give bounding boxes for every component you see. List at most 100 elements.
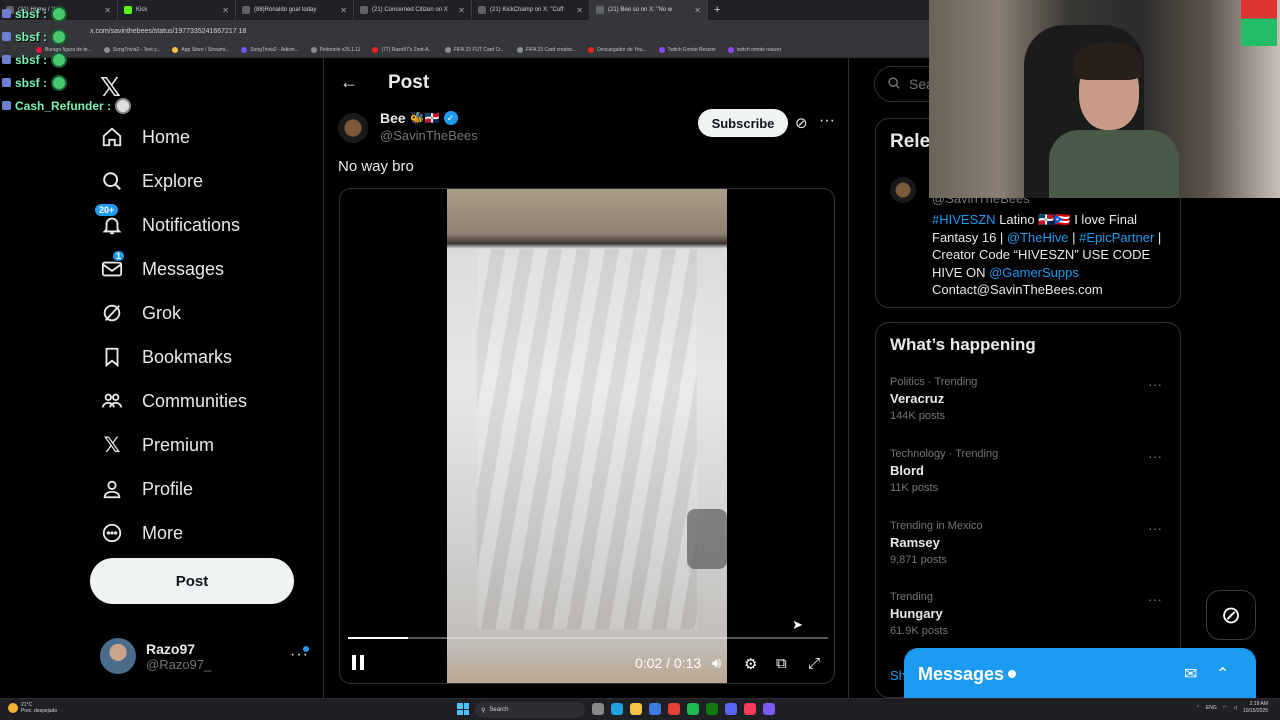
- close-tab-icon[interactable]: ✕: [694, 6, 701, 15]
- author-avatar[interactable]: [338, 113, 368, 143]
- home-icon: [100, 125, 124, 149]
- verified-badge-icon: ✓: [443, 111, 458, 125]
- sidebar-item-profile[interactable]: Profile: [100, 467, 247, 511]
- bookmark-item[interactable]: App Store / Streami...: [172, 46, 229, 53]
- fullscreen-icon[interactable]: ⤢: [808, 655, 820, 672]
- grok-floating-button[interactable]: ⊘: [1206, 590, 1256, 640]
- x-logo-icon[interactable]: 𝕏: [100, 72, 121, 103]
- chevron-up-icon[interactable]: ⌃: [1216, 664, 1229, 684]
- sidebar-item-messages[interactable]: 1 Messages: [100, 247, 247, 291]
- windows-taskbar: 21°C Prec. despejado ⚲ Search ⌃ ENG ◠ ◁ 2:…: [0, 698, 1280, 720]
- chrome-icon[interactable]: [668, 703, 680, 715]
- hashtag-link[interactable]: #EpicPartner: [1079, 230, 1154, 245]
- author-name[interactable]: Bee 🐝🇩🇴 ✓: [380, 110, 458, 126]
- sidebar-item-bookmarks[interactable]: Bookmarks: [100, 335, 247, 379]
- settings-gear-icon[interactable]: ⚙: [744, 655, 757, 673]
- clock[interactable]: 2:19 AM 10/15/2025: [1243, 701, 1268, 715]
- grok-icon[interactable]: ⊘: [795, 114, 808, 132]
- discord-icon[interactable]: [725, 703, 737, 715]
- avatar[interactable]: [890, 177, 916, 203]
- picture-in-picture-icon[interactable]: ⧉: [776, 655, 787, 672]
- unread-dot: [303, 646, 309, 652]
- close-tab-icon[interactable]: ✕: [576, 6, 583, 15]
- emote-icon: [51, 51, 68, 68]
- account-switcher[interactable]: Razo97 @Razo97_ ···: [100, 638, 310, 674]
- bookmark-item[interactable]: Descargador de You...: [588, 46, 647, 53]
- envelope-icon: 1: [100, 250, 126, 281]
- more-horizontal-icon[interactable]: ···: [1148, 520, 1162, 536]
- video-player[interactable]: 0:02 / 0:13 🔊︎ ⚙ ⧉ ⤢ ➤: [339, 188, 835, 684]
- messages-drawer[interactable]: Messages ✉ ⌃: [904, 648, 1256, 700]
- start-menu-icon[interactable]: [457, 703, 469, 715]
- close-tab-icon[interactable]: ✕: [340, 6, 347, 15]
- author-handle[interactable]: @SavinTheBees: [380, 128, 478, 143]
- bookmark-item[interactable]: twitch emote resizer: [727, 46, 781, 53]
- bookmark-item[interactable]: (77) Razo97's Zest-A...: [372, 46, 433, 53]
- store-icon[interactable]: [649, 703, 661, 715]
- sidebar-item-premium[interactable]: 𝕏 Premium: [100, 423, 247, 467]
- more-horizontal-icon[interactable]: ···: [1148, 376, 1162, 392]
- volume-icon[interactable]: ◁: [1233, 705, 1237, 711]
- chat-message: sbsf :: [2, 25, 172, 48]
- more-horizontal-icon[interactable]: ···: [819, 112, 835, 130]
- taskbar-search[interactable]: ⚲ Search: [475, 702, 585, 718]
- video-time: 0:02 / 0:13: [635, 655, 702, 671]
- sidebar-nav: Home Explore 20+ Notifications 1 Message…: [94, 115, 247, 555]
- trend-item[interactable]: Trending Hungary 61.9K posts ···: [890, 591, 1170, 637]
- bookmark-item[interactable]: Peletools v25.1.11: [310, 46, 360, 53]
- trend-item[interactable]: Trending in Mexico Ramsey 9,871 posts ··…: [890, 520, 1170, 566]
- new-tab-icon[interactable]: +: [708, 4, 720, 16]
- wifi-icon[interactable]: ◠: [1223, 705, 1227, 711]
- new-message-icon[interactable]: ✉: [1184, 664, 1197, 684]
- chat-message: sbsf :: [2, 2, 172, 25]
- close-tab-icon[interactable]: ✕: [222, 6, 229, 15]
- bookmark-item[interactable]: SongTrivia2 - Adivin...: [241, 46, 299, 53]
- badge-icon: [2, 32, 11, 41]
- edge-icon[interactable]: [611, 703, 623, 715]
- sidebar-item-communities[interactable]: Communities: [100, 379, 247, 423]
- task-view-icon[interactable]: [592, 703, 604, 715]
- back-arrow-icon[interactable]: ←: [340, 72, 358, 93]
- favicon-icon: [360, 6, 368, 14]
- pause-icon[interactable]: [352, 655, 368, 673]
- hashtag-link[interactable]: #HIVESZN: [932, 212, 996, 227]
- browser-tab[interactable]: (88)Ronaldo goal today ✕: [236, 0, 354, 20]
- chevron-up-icon[interactable]: ⌃: [1196, 705, 1200, 711]
- sidebar-item-more[interactable]: More: [100, 511, 247, 555]
- file-explorer-icon[interactable]: [630, 703, 642, 715]
- browser-tab[interactable]: (21) KickChamp on X: "Cuff ✕: [472, 0, 590, 20]
- bookmark-item[interactable]: Twitch Emote Resizer: [658, 46, 716, 53]
- app-icon[interactable]: [763, 703, 775, 715]
- music-icon[interactable]: [744, 703, 756, 715]
- language-indicator[interactable]: ENG: [1206, 705, 1217, 711]
- xbox-icon[interactable]: [706, 703, 718, 715]
- more-horizontal-icon[interactable]: ···: [1148, 591, 1162, 607]
- profile-icon: [100, 477, 124, 501]
- taskbar-app-icons: [592, 703, 775, 715]
- favicon-icon: [596, 6, 604, 14]
- trend-item[interactable]: Technology · Trending Blord 11K posts ··…: [890, 448, 1170, 494]
- mention-link[interactable]: @GamerSupps: [989, 265, 1079, 280]
- bookmark-item[interactable]: FIFA 23 Card creator...: [516, 46, 576, 53]
- mention-link[interactable]: @TheHive: [1007, 230, 1069, 245]
- browser-tab[interactable]: (21) Concerned Citizen on X ✕: [354, 0, 472, 20]
- sidebar-item-home[interactable]: Home: [100, 115, 247, 159]
- sidebar-item-grok[interactable]: Grok: [100, 291, 247, 335]
- browser-tab-active[interactable]: (21) Bee so on X: "No w ✕: [590, 0, 708, 20]
- post-button[interactable]: Post: [90, 558, 294, 604]
- weather-widget[interactable]: 21°C Prec. despejado: [8, 702, 57, 714]
- subscribe-button[interactable]: Subscribe: [698, 109, 788, 137]
- close-tab-icon[interactable]: ✕: [458, 6, 465, 15]
- more-horizontal-icon[interactable]: ···: [1148, 448, 1162, 464]
- volume-icon[interactable]: 🔊︎: [712, 655, 721, 672]
- trend-item[interactable]: Politics · Trending Veracruz 144K posts …: [890, 376, 1170, 422]
- search-icon: [100, 169, 124, 193]
- sidebar-item-explore[interactable]: Explore: [100, 159, 247, 203]
- bookmark-item[interactable]: FIFA 23 FUT Card Cr...: [444, 46, 505, 53]
- sidebar-item-notifications[interactable]: 20+ Notifications: [94, 203, 247, 247]
- bell-icon: 20+: [94, 203, 124, 237]
- spotify-icon[interactable]: [687, 703, 699, 715]
- post-text: No way bro: [338, 158, 414, 175]
- badge-icon: [2, 78, 11, 87]
- video-progress-bar[interactable]: [348, 637, 828, 639]
